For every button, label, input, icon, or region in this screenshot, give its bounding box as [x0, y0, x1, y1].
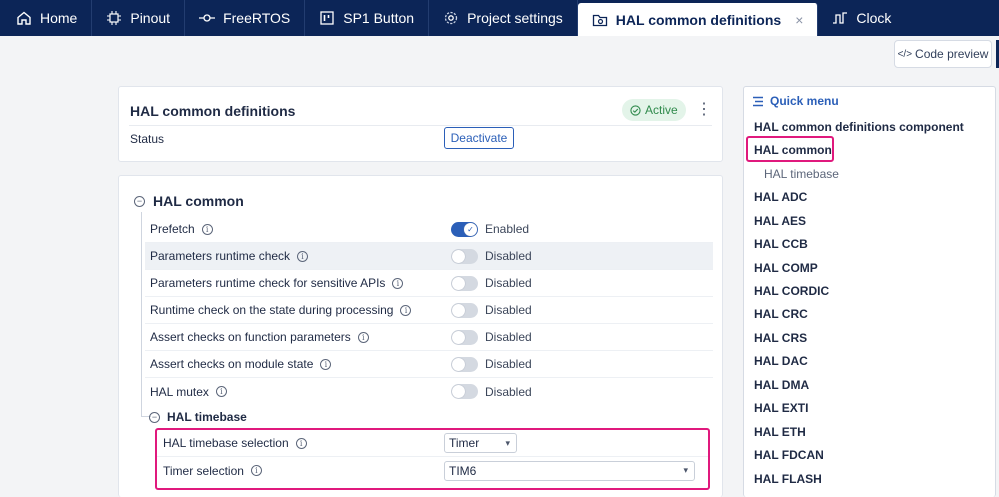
setting-label: Parameters runtime check for sensitive A…: [150, 276, 386, 290]
tab-clock[interactable]: Clock: [818, 0, 905, 36]
hal-common-section-header[interactable]: − HAL common: [134, 193, 244, 209]
tab-label: HAL common definitions: [615, 11, 782, 28]
info-icon[interactable]: i: [392, 277, 404, 289]
setting-row-parameters-runtime-check: Parameters runtime check i Disabled: [145, 243, 713, 270]
quick-menu-item[interactable]: HAL AES: [754, 214, 806, 228]
quick-menu-item[interactable]: HAL ADC: [754, 190, 807, 204]
quick-menu-header: Quick menu: [752, 94, 839, 108]
toggle-state: Disabled: [485, 357, 532, 371]
section-title: HAL common: [153, 193, 244, 209]
tab-label: Home: [40, 10, 78, 26]
state-check-toggle[interactable]: [451, 302, 478, 318]
tab-label: Pinout: [130, 10, 171, 26]
tab-project-settings[interactable]: Project settings: [429, 0, 578, 36]
component-card: HAL common definitions Active ⋮ Status D…: [118, 86, 723, 162]
subsection-title: HAL timebase: [167, 410, 247, 424]
quick-menu-item[interactable]: HAL CRS: [754, 331, 807, 345]
setting-row-sensitive-apis: Parameters runtime check for sensitive A…: [145, 270, 713, 297]
tab-hal-common-definitions[interactable]: HAL common definitions ×: [577, 3, 819, 36]
deactivate-button[interactable]: Deactivate: [444, 127, 514, 149]
tab-label: SP1 Button: [343, 10, 415, 26]
info-icon[interactable]: i: [357, 331, 369, 343]
board-icon: [319, 10, 335, 26]
setting-row-prefetch: Prefetch i ✓ Enabled: [145, 216, 713, 243]
tab-pinout[interactable]: Pinout: [92, 0, 186, 36]
parameters-runtime-check-toggle[interactable]: [451, 248, 478, 264]
setting-label: Parameters runtime check: [150, 249, 291, 263]
info-icon[interactable]: i: [201, 223, 213, 235]
assert-function-params-toggle[interactable]: [451, 329, 478, 345]
chip-icon: [106, 10, 122, 26]
setting-row-hal-mutex: HAL mutex i Disabled: [145, 378, 713, 405]
component-title: HAL common definitions: [130, 103, 296, 119]
quick-menu-title: Quick menu: [770, 94, 839, 108]
quick-menu-item[interactable]: HAL FDCAN: [754, 448, 824, 462]
collapse-icon[interactable]: −: [149, 411, 160, 423]
status-badge-label: Active: [645, 103, 678, 117]
sensitive-apis-toggle[interactable]: [451, 275, 478, 291]
menu-list-icon: [753, 96, 763, 106]
setting-label: Assert checks on function parameters: [150, 330, 351, 344]
status-label: Status: [130, 132, 165, 146]
highlight-box: [155, 428, 710, 490]
clock-wave-icon: [832, 10, 848, 26]
info-icon[interactable]: i: [320, 358, 332, 370]
tab-bar: Home Pinout FreeRTOS SP1 Button Project …: [0, 0, 999, 36]
quick-menu-item[interactable]: HAL EXTI: [754, 401, 808, 415]
tree-line: [141, 212, 142, 417]
info-icon[interactable]: i: [215, 386, 227, 397]
gear-icon: [443, 10, 459, 26]
info-icon[interactable]: i: [400, 304, 412, 316]
setting-label: Prefetch: [150, 222, 195, 236]
prefetch-toggle[interactable]: ✓: [451, 221, 478, 237]
code-preview-label: Code preview: [915, 47, 989, 61]
setting-row-state-check: Runtime check on the state during proces…: [145, 297, 713, 324]
toggle-state: Disabled: [485, 303, 532, 317]
quick-menu-item[interactable]: HAL COMP: [754, 261, 818, 275]
code-preview-button[interactable]: </> Code preview: [894, 40, 992, 68]
setting-label: HAL mutex: [150, 384, 209, 399]
quick-menu-item[interactable]: HAL DMA: [754, 378, 809, 392]
quick-menu-item[interactable]: HAL common definitions component: [754, 120, 964, 134]
divider: [129, 125, 712, 126]
collapse-icon[interactable]: −: [134, 195, 145, 207]
code-icon: </>: [897, 48, 913, 60]
tab-freertos[interactable]: FreeRTOS: [185, 0, 306, 36]
quick-menu-item[interactable]: HAL timebase: [764, 167, 839, 181]
close-icon[interactable]: ×: [795, 12, 803, 28]
quick-menu-item[interactable]: HAL CRC: [754, 307, 808, 321]
setting-row-assert-function-params: Assert checks on function parameters i Di…: [145, 324, 713, 351]
hal-mutex-toggle[interactable]: [451, 384, 478, 399]
toggle-state: Enabled: [485, 222, 530, 236]
quick-menu-item[interactable]: HAL ETH: [754, 425, 806, 439]
quick-menu-item[interactable]: HAL CORDIC: [754, 284, 829, 298]
home-icon: [16, 10, 32, 26]
toggle-state: Disabled: [485, 276, 532, 290]
toggle-state: Disabled: [485, 384, 532, 399]
folder-gear-icon: [592, 12, 608, 28]
hal-timebase-section-header[interactable]: − HAL timebase: [149, 410, 247, 424]
toggle-state: Disabled: [485, 330, 532, 344]
tab-label: Project settings: [467, 10, 563, 26]
commit-icon: [199, 10, 216, 26]
check-circle-icon: [630, 104, 641, 116]
assert-module-state-toggle[interactable]: [451, 356, 478, 372]
setting-row-assert-module-state: Assert checks on module state i Disabled: [145, 351, 713, 378]
quick-menu-item[interactable]: HAL DAC: [754, 354, 808, 368]
highlight-box: [746, 136, 834, 162]
quick-menu-item[interactable]: HAL FLASH: [754, 472, 822, 486]
tab-home[interactable]: Home: [0, 0, 93, 36]
status-badge: Active: [622, 99, 686, 121]
quick-menu-item[interactable]: HAL CCB: [754, 237, 808, 251]
tab-label: FreeRTOS: [223, 10, 291, 26]
tab-label: Clock: [856, 10, 892, 26]
toggle-state: Disabled: [485, 249, 532, 263]
setting-label: Assert checks on module state: [150, 357, 314, 371]
setting-label: Runtime check on the state during proces…: [150, 303, 394, 317]
tab-sp1-button[interactable]: SP1 Button: [305, 0, 430, 36]
more-options-icon[interactable]: ⋮: [696, 100, 712, 120]
info-icon[interactable]: i: [297, 250, 309, 262]
